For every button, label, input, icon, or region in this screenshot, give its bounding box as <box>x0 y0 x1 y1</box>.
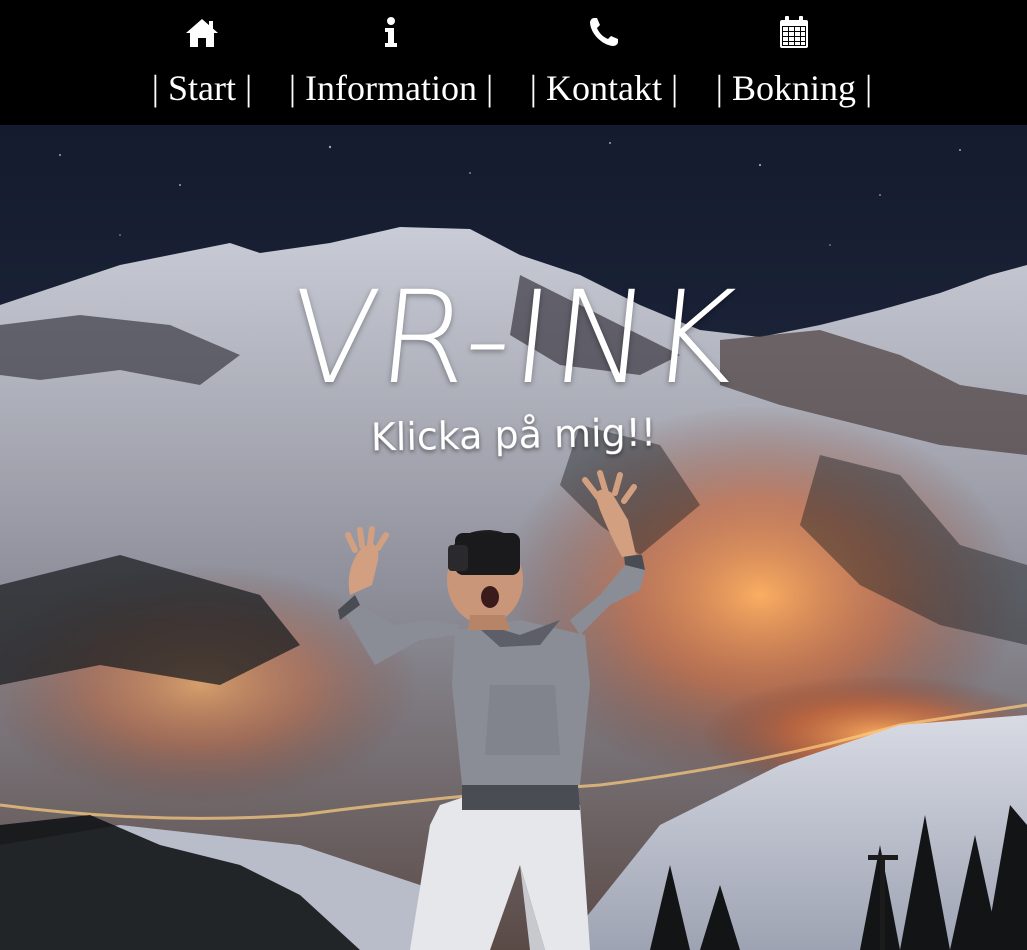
nav-label-bokning: | Bokning | <box>715 68 873 108</box>
phone-icon <box>590 18 618 46</box>
site-title: VR-INK <box>282 263 745 413</box>
hero-section: VR-INK Klicka på mig!! <box>0 125 1027 950</box>
nav-item-start[interactable]: | Start | <box>140 0 264 125</box>
nav-item-bokning[interactable]: | Bokning | <box>702 0 886 125</box>
hero-background-image <box>0 125 1027 950</box>
calendar-icon <box>780 16 808 48</box>
info-icon <box>385 17 397 47</box>
nav-label-kontakt: | Kontakt | <box>529 68 679 108</box>
nav-label-information: | Information | <box>288 68 494 108</box>
nav-label-start: | Start | <box>151 68 253 108</box>
nav-item-kontakt[interactable]: | Kontakt | <box>518 0 690 125</box>
main-navigation: | Start | | Information | | Kontakt | | … <box>0 0 1027 125</box>
home-icon <box>186 19 218 47</box>
nav-item-information[interactable]: | Information | <box>276 0 506 125</box>
